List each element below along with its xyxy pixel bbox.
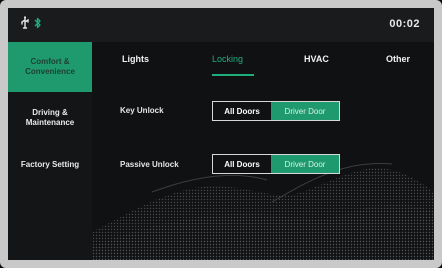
tab-locking[interactable]: Locking [212, 54, 243, 70]
sidebar-item-comfort-convenience[interactable]: Comfort & Convenience [8, 42, 92, 92]
usb-icon [20, 16, 30, 34]
sidebar-item-driving-maintenance[interactable]: Driving & Maintenance [8, 96, 92, 140]
clock: 00:02 [389, 18, 420, 30]
key-unlock-option-driver-door[interactable]: Driver Door [271, 102, 339, 120]
status-bar: 00:02 [8, 8, 434, 42]
passive-unlock-option-all-doors[interactable]: All Doors [213, 155, 271, 173]
key-unlock-label: Key Unlock [120, 106, 164, 115]
tab-lights[interactable]: Lights [122, 54, 149, 70]
settings-panel: Lights Locking HVAC Other Key Unlock All… [92, 42, 434, 260]
sidebar-item-factory-setting[interactable]: Factory Setting [8, 148, 92, 182]
infotainment-screen: 00:02 Comfort & Convenience Driving & Ma… [0, 0, 442, 268]
tab-other[interactable]: Other [386, 54, 410, 70]
key-unlock-option-all-doors[interactable]: All Doors [213, 102, 271, 120]
key-unlock-selector: All Doors Driver Door [212, 101, 340, 121]
passive-unlock-option-driver-door[interactable]: Driver Door [271, 155, 339, 173]
bluetooth-icon [34, 16, 42, 34]
tab-hvac[interactable]: HVAC [304, 54, 329, 70]
sidebar: Comfort & Convenience Driving & Maintena… [8, 42, 92, 260]
sidebar-item-label: Comfort & Convenience [25, 57, 75, 76]
status-icons [20, 16, 42, 34]
active-tab-indicator [212, 74, 254, 76]
tab-bar: Lights Locking HVAC Other [92, 54, 434, 78]
sidebar-item-label: Driving & Maintenance [25, 108, 75, 127]
passive-unlock-selector: All Doors Driver Door [212, 154, 340, 174]
passive-unlock-label: Passive Unlock [120, 160, 179, 169]
sidebar-item-label: Factory Setting [20, 160, 80, 169]
